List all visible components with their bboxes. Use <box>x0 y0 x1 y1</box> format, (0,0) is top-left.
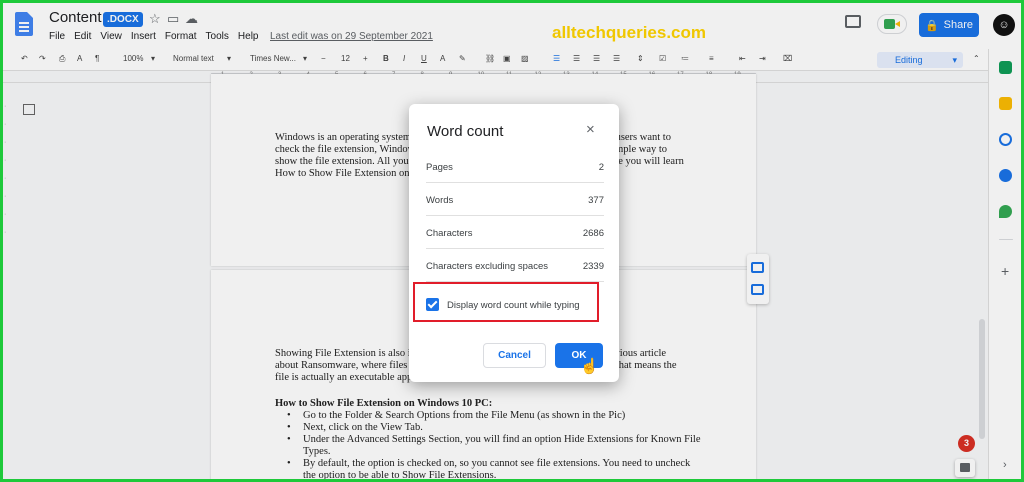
word-count-dialog: Word count × Pages 2 Words 377 Character… <box>409 104 619 382</box>
cancel-button[interactable]: Cancel <box>483 343 546 368</box>
checkbox-label[interactable]: Display word count while typing <box>447 300 580 311</box>
stat-label: Words <box>426 195 454 206</box>
app-window: Content .DOCX ☆ ▭ ☁ File Edit View Inser… <box>0 0 1024 482</box>
close-icon[interactable]: × <box>586 121 595 138</box>
stat-value: 2 <box>598 162 604 173</box>
stat-row-characters-no-spaces: Characters excluding spaces 2339 <box>426 249 604 282</box>
stat-value: 377 <box>588 195 604 206</box>
stat-label: Characters excluding spaces <box>426 261 548 272</box>
display-word-count-checkbox[interactable] <box>426 298 439 311</box>
hand-cursor-icon: ☝ <box>580 358 599 375</box>
stat-value: 2686 <box>582 228 604 239</box>
stat-value: 2339 <box>582 261 604 272</box>
stat-row-pages: Pages 2 <box>426 150 604 183</box>
stat-row-words: Words 377 <box>426 183 604 216</box>
stat-label: Pages <box>426 162 453 173</box>
stat-label: Characters <box>426 228 473 239</box>
dialog-title: Word count <box>427 123 504 140</box>
stat-row-characters: Characters 2686 <box>426 216 604 249</box>
